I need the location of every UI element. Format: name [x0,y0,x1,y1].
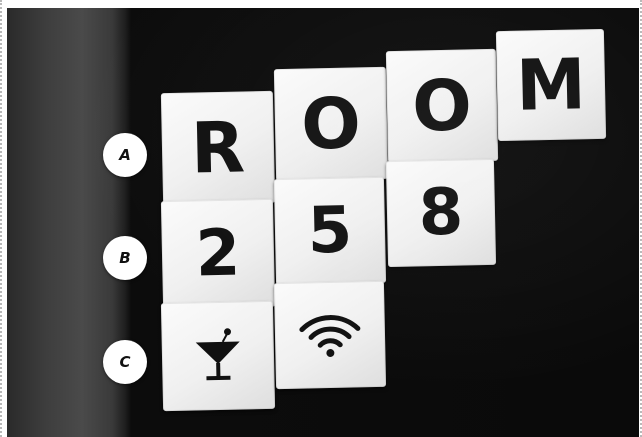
tile-r: R [160,90,276,206]
tile-digit: 2 [194,216,242,292]
tile-m: M [495,28,607,142]
image-frame: R O O M 2 5 8 A B C [0,0,642,437]
tile-8: 8 [385,158,497,268]
badge-c: C [103,340,147,384]
badge-a: A [103,133,147,177]
tile-letter: M [515,43,587,127]
tile-wifi [273,280,387,390]
tile-digit: 5 [306,193,354,269]
tile-letter: R [190,106,246,190]
tile-letter: O [411,64,473,148]
room-sign-photo: R O O M 2 5 8 A B C [7,8,639,437]
badge-label: C [119,353,131,371]
tile-letter: O [300,82,362,166]
badge-b: B [103,236,147,280]
tile-o-first: O [273,66,389,182]
badge-label: B [119,249,131,267]
cocktail-icon [195,328,240,381]
badge-label: A [119,146,131,164]
tile-2: 2 [160,198,276,310]
tile-cocktail [160,300,276,412]
tile-5: 5 [273,176,387,286]
tile-digit: 8 [417,175,465,251]
wifi-icon [299,315,361,357]
tile-o-second: O [385,48,499,164]
